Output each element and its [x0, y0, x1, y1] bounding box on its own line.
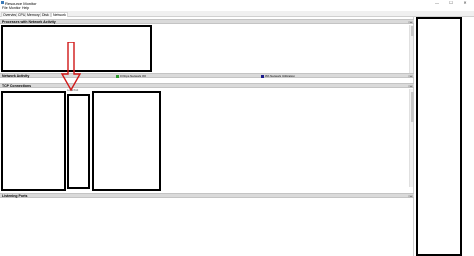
- scrollbar-thumb[interactable]: [410, 26, 414, 36]
- section-header-processes[interactable]: Processes with Network Activity: [0, 19, 414, 24]
- graph-panel-highlight: [416, 17, 462, 256]
- chevron-down-icon[interactable]: [408, 74, 413, 78]
- window-title: Resource Monitor: [5, 0, 37, 6]
- network-utilization-legend: 0% Network Utilization: [265, 74, 296, 78]
- section-title-tcp-connections: TCP Connections: [2, 84, 32, 88]
- tcp-remote-column-highlight: [92, 91, 161, 191]
- network-io-legend-swatch: [116, 75, 119, 78]
- graph-panel: [416, 17, 474, 256]
- chevron-up-icon[interactable]: [408, 20, 413, 24]
- tcp-process-column-highlight: [1, 91, 66, 191]
- section-header-listening-ports[interactable]: Listening Ports: [0, 193, 414, 198]
- chevron-up-icon[interactable]: [408, 84, 413, 88]
- section-title-listening-ports: Listening Ports: [2, 194, 28, 198]
- scrollbar-thumb[interactable]: [410, 92, 414, 122]
- processes-scrollbar[interactable]: [409, 25, 414, 73]
- network-io-legend: 0 Kbps Network I/O: [120, 74, 147, 78]
- network-utilization-legend-swatch: [261, 75, 264, 78]
- tcp-scrollbar[interactable]: [409, 89, 414, 187]
- resource-monitor-icon: [1, 1, 4, 4]
- chevron-up-icon[interactable]: [408, 194, 413, 198]
- section-title-processes: Processes with Network Activity: [2, 20, 56, 24]
- tcp-local-port-column-highlight: [67, 94, 90, 189]
- section-title-network-activity: Network Activity: [2, 74, 30, 78]
- down-arrow-annotation: [61, 42, 81, 92]
